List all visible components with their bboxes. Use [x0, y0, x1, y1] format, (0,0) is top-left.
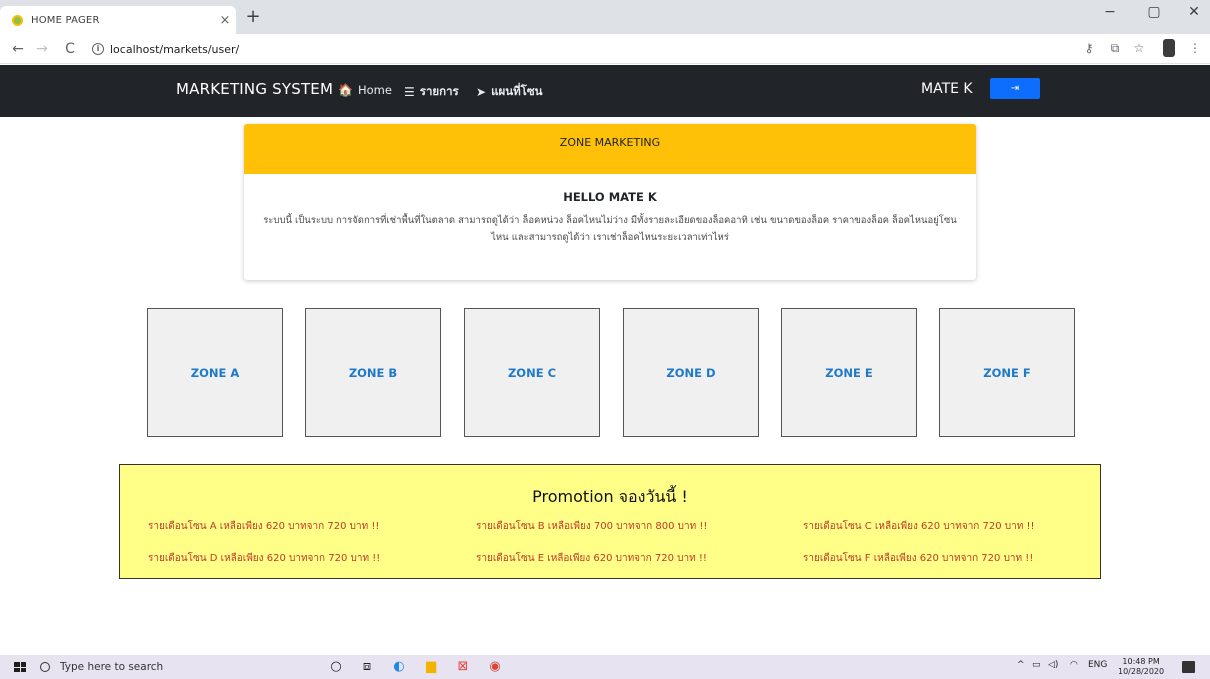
file-explorer-icon[interactable]: ▆ [422, 658, 440, 676]
back-button[interactable]: ← [8, 40, 28, 58]
profile-avatar[interactable] [1163, 39, 1175, 57]
logout-button[interactable]: ⇥ [990, 78, 1040, 99]
minimize-window-button[interactable]: − [1096, 4, 1124, 20]
zone-label: ZONE A [190, 365, 240, 380]
zone-d-tile[interactable]: ZONE D [623, 308, 759, 437]
app-navbar: MARKETING SYSTEM 🏠 Home ☰ รายการ ➤ แผนที… [0, 65, 1210, 117]
url-field[interactable]: i localhost/markets/user/ [92, 37, 1092, 61]
promotion-item: รายเดือนโซน E เหลือเพียง 620 บาทจาก 720 … [476, 553, 707, 564]
promotion-item: รายเดือนโซน D เหลือเพียง 620 บาทจาก 720 … [148, 553, 381, 564]
chrome-icon[interactable]: ◉ [486, 658, 504, 676]
browser-tab[interactable]: HOME PAGER × [0, 6, 236, 34]
zone-c-tile[interactable]: ZONE C [464, 308, 600, 437]
zone-b-tile[interactable]: ZONE B [305, 308, 441, 437]
new-tab-button[interactable]: + [242, 8, 264, 26]
close-window-button[interactable]: ✕ [1180, 4, 1208, 20]
browser-tab-strip: HOME PAGER × + − ▢ ✕ [0, 0, 1210, 34]
bookmark-star-icon[interactable]: ☆ [1130, 41, 1148, 55]
clock-date: 10/28/2020 [1118, 667, 1165, 676]
site-info-icon[interactable]: i [92, 43, 104, 55]
card-header: ZONE MARKETING [244, 124, 976, 174]
user-name: MATE K [921, 81, 973, 97]
os-taskbar: Type here to search ○ ⧈ ◐ ▆ ⊠ ◉ ^ ▭ ◁) ◠… [0, 655, 1210, 679]
forward-button[interactable]: → [32, 40, 52, 58]
windows-start-icon[interactable] [14, 662, 26, 672]
xampp-icon[interactable]: ⊠ [454, 658, 472, 676]
logout-icon: ⇥ [1010, 83, 1020, 94]
nav-link-label: Home [357, 83, 392, 97]
key-icon[interactable]: ⚷ [1080, 41, 1098, 55]
reload-button[interactable]: C [60, 40, 80, 58]
task-view-icon[interactable]: ⧈ [358, 658, 376, 676]
search-icon [40, 662, 50, 672]
welcome-card: ZONE MARKETING HELLO MATE K ระบบนี้ เป็น… [244, 124, 976, 280]
location-arrow-icon: ➤ [476, 85, 487, 99]
zone-a-tile[interactable]: ZONE A [147, 308, 283, 437]
tab-title: HOME PAGER [31, 14, 100, 26]
url-text: localhost/markets/user/ [110, 42, 240, 56]
promotion-item: รายเดือนโซน C เหลือเพียง 620 บาทจาก 720 … [803, 521, 1035, 532]
brand-title[interactable]: MARKETING SYSTEM [176, 80, 333, 98]
tab-close-icon[interactable]: × [214, 13, 236, 28]
taskbar-search[interactable]: Type here to search [40, 659, 163, 675]
promotion-item: รายเดือนโซน F เหลือเพียง 620 บาทจาก 720 … [803, 553, 1034, 564]
promotion-box: Promotion จองวันนี้ ! รายเดือนโซน A เหลื… [119, 464, 1101, 579]
nav-link-zone-map[interactable]: ➤ แผนที่โซน [476, 83, 543, 101]
promotion-item: รายเดือนโซน A เหลือเพียง 620 บาทจาก 720 … [148, 521, 380, 532]
promotion-title: Promotion จองวันนี้ ! [532, 487, 688, 506]
battery-icon[interactable]: ▭ [1032, 660, 1041, 670]
zone-label: ZONE F [983, 365, 1031, 380]
notifications-icon[interactable] [1182, 661, 1195, 673]
nav-link-home[interactable]: 🏠 Home [338, 83, 392, 97]
home-icon: 🏠 [338, 83, 353, 97]
nav-link-list[interactable]: ☰ รายการ [404, 83, 459, 101]
nav-link-label: รายการ [419, 84, 459, 98]
zone-f-tile[interactable]: ZONE F [939, 308, 1075, 437]
list-icon: ☰ [404, 85, 415, 99]
zone-label: ZONE B [348, 365, 398, 380]
nav-link-label: แผนที่โซน [491, 84, 543, 98]
tray-chevron-icon[interactable]: ^ [1017, 660, 1025, 670]
address-bar-row: ← → C i localhost/markets/user/ ⚷ ⧉ ☆ ⋮ [0, 34, 1210, 64]
zone-e-tile[interactable]: ZONE E [781, 308, 917, 437]
zone-label: ZONE E [825, 365, 873, 380]
taskbar-search-placeholder: Type here to search [60, 661, 164, 673]
zone-label: ZONE D [666, 365, 716, 380]
taskbar-clock[interactable]: 10:48 PM 10/28/2020 [1118, 657, 1164, 677]
network-icon[interactable]: ◠ [1070, 660, 1078, 670]
clock-time: 10:48 PM [1122, 657, 1160, 666]
zone-label: ZONE C [507, 365, 557, 380]
promotion-item: รายเดือนโซน B เหลือเพียง 700 บาทจาก 800 … [476, 521, 708, 532]
edge-browser-icon[interactable]: ◐ [390, 658, 408, 676]
card-title: HELLO MATE K [563, 190, 657, 204]
browser-menu-icon[interactable]: ⋮ [1186, 41, 1204, 55]
volume-icon[interactable]: ◁) [1048, 660, 1058, 670]
translate-icon[interactable]: ⧉ [1106, 41, 1124, 56]
maximize-window-button[interactable]: ▢ [1140, 4, 1168, 20]
cortana-icon[interactable]: ○ [327, 658, 345, 676]
site-favicon-icon [12, 14, 23, 26]
language-indicator[interactable]: ENG [1088, 660, 1107, 670]
card-description: ระบบนี้ เป็นระบบ การจัดการที่เช่าพื้นที่… [263, 215, 957, 243]
